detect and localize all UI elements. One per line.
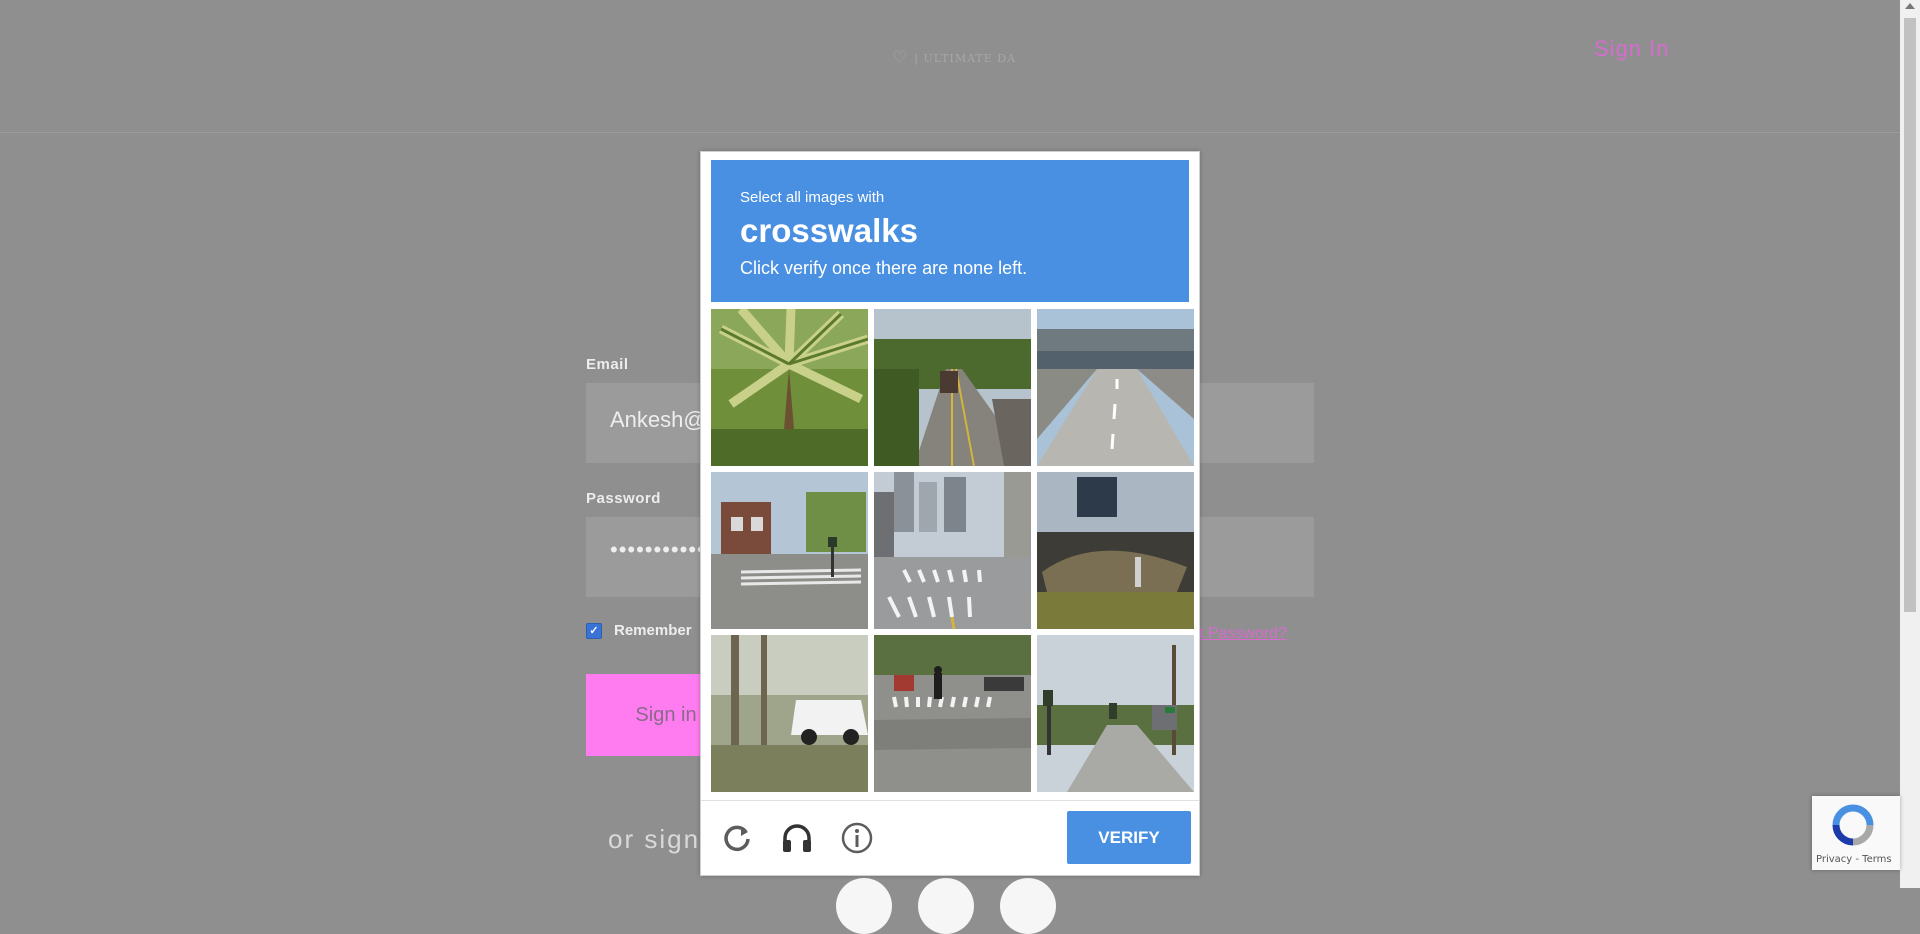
forgot-password-link[interactable]: ot Password?: [1190, 625, 1287, 643]
captcha-target-object: crosswalks: [740, 212, 918, 249]
heart-icon: ♡: [892, 48, 909, 68]
page-scrollbar[interactable]: [1900, 0, 1920, 888]
social-login-button[interactable]: [836, 878, 892, 934]
social-login-button[interactable]: [918, 878, 974, 934]
captcha-tile[interactable]: [1037, 635, 1194, 792]
captcha-tile[interactable]: [874, 472, 1031, 629]
info-icon[interactable]: [840, 821, 874, 855]
captcha-tile[interactable]: [711, 635, 868, 792]
or-sign-in-with-text: or sign: [608, 824, 701, 854]
scrollbar-thumb[interactable]: [1904, 18, 1916, 612]
captcha-challenge-dialog: Select all images with crosswalks Click …: [700, 151, 1200, 876]
verify-button[interactable]: VERIFY: [1067, 811, 1191, 864]
top-header: ♡ | ULTIMATE DA Sign In: [0, 0, 1900, 133]
password-value: ••••••••••••: [610, 537, 715, 562]
audio-icon[interactable]: [780, 821, 814, 855]
site-logo[interactable]: ♡ | ULTIMATE DA: [892, 48, 1016, 68]
captcha-tile[interactable]: [874, 309, 1031, 466]
email-label: Email: [586, 356, 629, 373]
captcha-footer: VERIFY: [701, 800, 1199, 876]
captcha-tile[interactable]: [1037, 309, 1194, 466]
remember-label: Remember: [614, 622, 692, 639]
reload-icon[interactable]: [720, 821, 754, 855]
privacy-terms-text[interactable]: Privacy - Terms: [1816, 854, 1892, 865]
recaptcha-logo-icon: [1832, 804, 1874, 846]
remember-checkbox[interactable]: ✓: [586, 622, 602, 639]
scroll-up-arrow-icon[interactable]: [1905, 3, 1915, 9]
password-label: Password: [586, 490, 661, 507]
header-sign-in-link[interactable]: Sign In: [1594, 36, 1670, 62]
captcha-tile[interactable]: [874, 635, 1031, 792]
recaptcha-badge[interactable]: Privacy - Terms: [1812, 796, 1900, 870]
captcha-tile[interactable]: [711, 309, 868, 466]
captcha-header: Select all images with crosswalks Click …: [711, 160, 1189, 302]
logo-text: | ULTIMATE DA: [914, 51, 1017, 65]
captcha-tile[interactable]: [711, 472, 868, 629]
remember-me[interactable]: ✓ Remember: [586, 622, 692, 639]
captcha-instruction: Click verify once there are none left.: [740, 258, 1028, 278]
captcha-tile[interactable]: [1037, 472, 1194, 629]
social-login-button[interactable]: [1000, 878, 1056, 934]
captcha-prompt: Select all images with: [740, 189, 885, 206]
